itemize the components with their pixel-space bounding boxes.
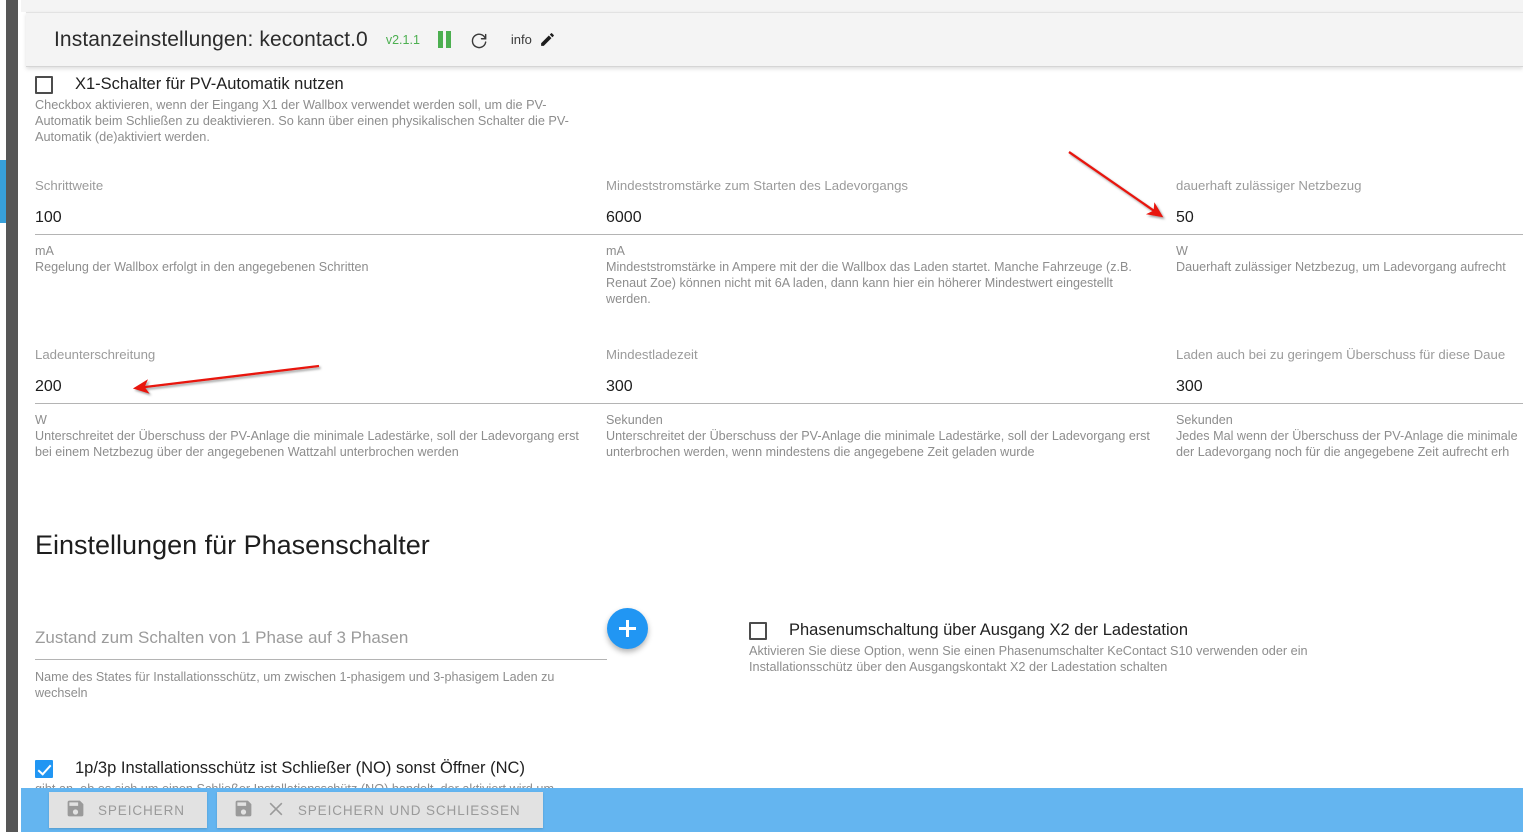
page-title: Instanzeinstellungen: kecontact.0 — [54, 27, 368, 51]
sidebar-rail[interactable] — [6, 0, 18, 832]
phase-switch-section-title: Einstellungen für Phasenschalter — [35, 530, 430, 560]
field-unit: Sekunden — [1176, 413, 1233, 427]
save-button[interactable]: SPEICHERN — [49, 792, 207, 828]
x2-phase-switch-checkbox-row[interactable]: Phasenumschaltung über Ausgang X2 der La… — [749, 620, 1329, 675]
version-badge: v2.1.1 — [385, 32, 420, 47]
x2-checkbox-header[interactable]: Phasenumschaltung über Ausgang X2 der La… — [749, 620, 1329, 640]
pencil-icon[interactable] — [539, 31, 556, 48]
field-mindestladezeit[interactable]: Mindestladezeit 300 Sekunden Unterschrei… — [606, 347, 1178, 460]
field-value: 200 — [35, 378, 62, 395]
x1-switch-checkbox-row[interactable]: X1-Schalter für PV-Automatik nutzen Chec… — [35, 74, 595, 145]
no-nc-checkbox-header[interactable]: 1p/3p Installationsschütz ist Schließer … — [35, 758, 615, 778]
x2-phase-switch-checkbox[interactable] — [749, 622, 767, 640]
field-label: Mindeststromstärke zum Starten des Ladev… — [606, 178, 908, 193]
floppy-disk-icon — [65, 798, 86, 822]
field-ladeunterschreitung[interactable]: Ladeunterschreitung 200 W Unterschreitet… — [35, 347, 607, 460]
field-value: 100 — [35, 209, 62, 226]
field-value: 300 — [606, 378, 633, 395]
pause-icon[interactable] — [437, 31, 451, 48]
field-help: Mindeststromstärke in Ampere mit der die… — [606, 260, 1132, 306]
x-icon — [266, 799, 286, 822]
save-toolbar: SPEICHERN SPEICHERN UND SCHLIESSEN — [21, 788, 1523, 832]
phase-state-placeholder: Zustand zum Schalten von 1 Phase auf 3 P… — [35, 628, 409, 647]
field-value: 50 — [1176, 209, 1194, 226]
field-value: 6000 — [606, 209, 642, 226]
field-value: 300 — [1176, 378, 1203, 395]
x1-switch-label: X1-Schalter für PV-Automatik nutzen — [75, 75, 344, 93]
x1-switch-description: Checkbox aktivieren, wenn der Eingang X1… — [35, 98, 569, 144]
add-state-button[interactable] — [607, 608, 648, 649]
field-input[interactable]: 6000 — [606, 208, 1178, 235]
no-nc-label: 1p/3p Installationsschütz ist Schließer … — [75, 759, 525, 777]
field-mindeststromstaerke[interactable]: Mindeststromstärke zum Starten des Ladev… — [606, 178, 1178, 307]
header-top-strip — [21, 0, 1523, 12]
field-input[interactable]: 100 — [35, 208, 607, 235]
no-nc-checkbox[interactable] — [35, 760, 53, 778]
field-help: Jedes Mal wenn der Überschuss der PV-Anl… — [1176, 429, 1518, 459]
field-unit: W — [1176, 244, 1188, 258]
field-help: Regelung der Wallbox erfolgt in den ange… — [35, 260, 369, 274]
field-laden-bei-geringem-ueberschuss[interactable]: Laden auch bei zu geringem Überschuss fü… — [1176, 347, 1523, 460]
save-and-close-button[interactable]: SPEICHERN UND SCHLIESSEN — [216, 792, 543, 828]
field-label: dauerhaft zulässiger Netzbezug — [1176, 178, 1362, 193]
settings-page-surface: Instanzeinstellungen: kecontact.0 v2.1.1… — [21, 0, 1523, 832]
save-button-label: SPEICHERN — [98, 802, 185, 818]
x2-phase-switch-label: Phasenumschaltung über Ausgang X2 der La… — [789, 621, 1189, 639]
x1-switch-checkbox-header[interactable]: X1-Schalter für PV-Automatik nutzen — [35, 74, 595, 94]
field-phase-state[interactable]: Zustand zum Schalten von 1 Phase auf 3 P… — [35, 628, 607, 701]
field-label: Schrittweite — [35, 178, 104, 193]
field-unit: mA — [606, 244, 625, 258]
field-label: Mindestladezeit — [606, 347, 698, 362]
field-schrittweite[interactable]: Schrittweite 100 mA Regelung der Wallbox… — [35, 178, 607, 275]
field-help: Unterschreitet der Überschuss der PV-Anl… — [35, 429, 579, 459]
app-window: Instanzeinstellungen: kecontact.0 v2.1.1… — [0, 0, 1523, 832]
phase-state-input[interactable]: Zustand zum Schalten von 1 Phase auf 3 P… — [35, 628, 607, 660]
x1-switch-checkbox[interactable] — [35, 76, 53, 94]
instance-settings-header: Instanzeinstellungen: kecontact.0 v2.1.1… — [26, 12, 1523, 67]
info-link[interactable]: info — [511, 32, 532, 47]
field-unit: mA — [35, 244, 54, 258]
field-input[interactable]: 50 — [1176, 208, 1523, 235]
floppy-disk-icon — [233, 798, 254, 822]
field-netzbezug[interactable]: dauerhaft zulässiger Netzbezug 50 W Daue… — [1176, 178, 1523, 275]
field-unit: Sekunden — [606, 413, 663, 427]
field-input[interactable]: 300 — [606, 377, 1178, 404]
refresh-icon[interactable] — [469, 30, 489, 50]
save-and-close-button-label: SPEICHERN UND SCHLIESSEN — [297, 802, 521, 818]
field-unit: W — [35, 413, 47, 427]
settings-content: X1-Schalter für PV-Automatik nutzen Chec… — [21, 68, 1523, 832]
field-label: Ladeunterschreitung — [35, 347, 156, 362]
field-help: Unterschreitet der Überschuss der PV-Anl… — [606, 429, 1150, 459]
field-help: Dauerhaft zulässiger Netzbezug, um Ladev… — [1176, 260, 1506, 274]
field-input[interactable]: 300 — [1176, 377, 1523, 404]
phase-state-help: Name des States für Installationsschütz,… — [35, 670, 555, 700]
field-label: Laden auch bei zu geringem Überschuss fü… — [1176, 347, 1506, 362]
field-input[interactable]: 200 — [35, 377, 607, 404]
x2-phase-switch-description: Aktivieren Sie diese Option, wenn Sie ei… — [749, 644, 1308, 674]
